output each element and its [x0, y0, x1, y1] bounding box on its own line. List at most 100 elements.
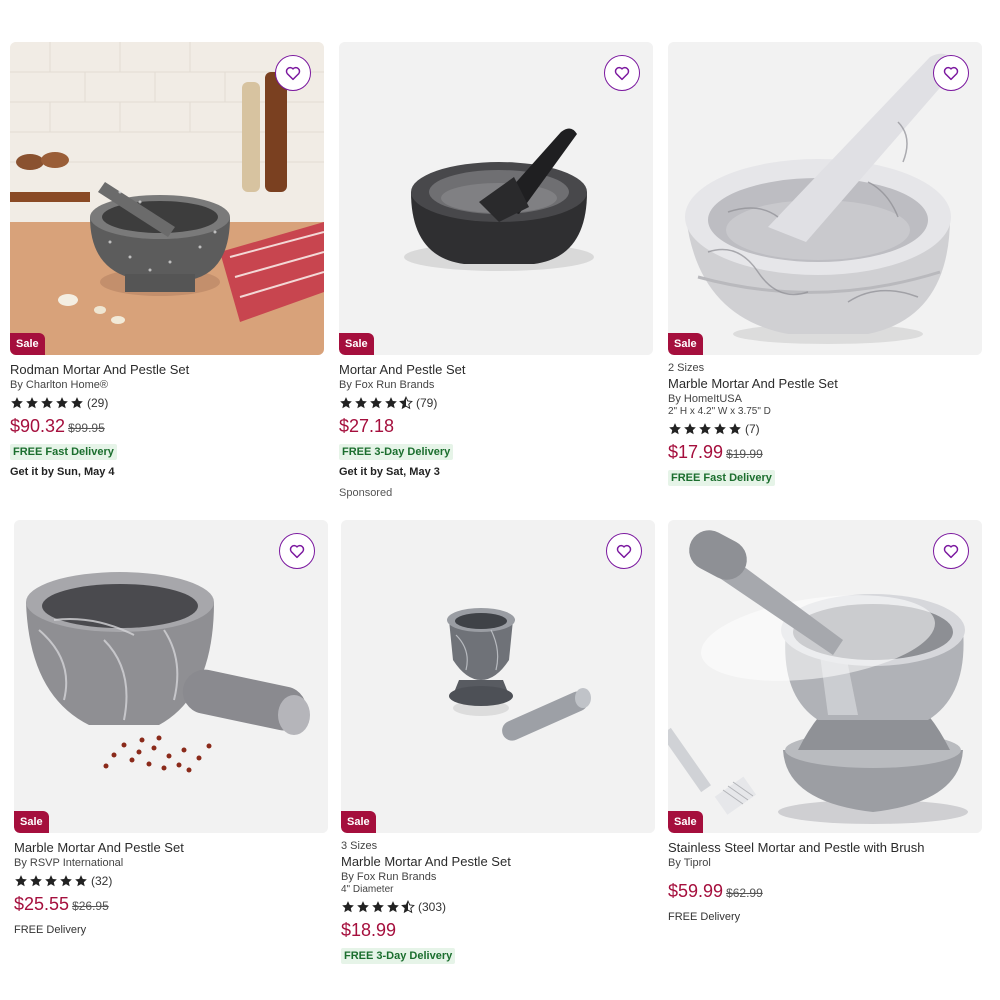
star-icon: [729, 423, 741, 435]
star-icon: [15, 875, 27, 887]
delivery-date: Get it by Sun, May 4: [10, 466, 115, 478]
star-rating: [341, 900, 415, 914]
favorite-button[interactable]: [606, 533, 642, 569]
product-brand[interactable]: By HomeItUSA: [668, 393, 982, 405]
star-icon: [340, 397, 352, 409]
heart-outline-icon: [616, 544, 632, 559]
star-icon: [387, 901, 399, 913]
star-half-icon: [401, 900, 415, 914]
star-icon: [11, 397, 23, 409]
product-photo-granite-mortar: [10, 42, 324, 355]
delivery-date: Get it by Sat, May 3: [339, 466, 440, 478]
product-dimensions: 4" Diameter: [341, 884, 394, 895]
original-price: $62.99: [726, 886, 763, 900]
product-card[interactable]: Sale 2 Sizes Marble Mortar And Pestle Se…: [668, 42, 982, 486]
product-photo-white-marble-mortar: [668, 42, 982, 355]
sale-badge: Sale: [10, 333, 45, 355]
product-image[interactable]: Sale: [341, 520, 655, 833]
star-rating: [668, 422, 742, 436]
product-title[interactable]: Mortar And Pestle Set: [339, 362, 653, 378]
review-count[interactable]: (7): [745, 422, 760, 436]
product-card[interactable]: Sale Mortar And Pestle Set By Fox Run Br…: [339, 42, 653, 499]
product-title[interactable]: Stainless Steel Mortar and Pestle with B…: [668, 840, 982, 856]
review-count[interactable]: (79): [416, 396, 437, 410]
product-card[interactable]: Sale 3 Sizes Marble Mortar And Pestle Se…: [341, 520, 655, 964]
rating: (7): [668, 421, 982, 437]
sale-badge: Sale: [339, 333, 374, 355]
product-photo-grey-marble-mortar: [14, 520, 328, 833]
product-title[interactable]: Marble Mortar And Pestle Set: [341, 854, 655, 870]
product-image[interactable]: Sale: [339, 42, 653, 355]
review-count[interactable]: (32): [91, 874, 112, 888]
product-photo-steel-mortar: [668, 520, 982, 833]
star-icon: [45, 875, 57, 887]
review-count[interactable]: (303): [418, 900, 446, 914]
star-icon: [56, 397, 68, 409]
star-icon: [60, 875, 72, 887]
delivery-badge: FREE 3-Day Delivery: [341, 948, 456, 964]
original-price: $19.99: [726, 447, 763, 461]
sale-price: $27.18: [339, 416, 395, 436]
product-image[interactable]: Sale: [668, 42, 982, 355]
favorite-button[interactable]: [275, 55, 311, 91]
star-icon: [30, 875, 42, 887]
product-dimensions: 2" H x 4.2" W x 3.75" D: [668, 406, 771, 417]
star-rating: [14, 874, 88, 888]
sponsored-label: Sponsored: [339, 487, 393, 499]
star-half-icon: [399, 396, 413, 410]
rating: (29): [10, 395, 324, 411]
star-icon: [669, 423, 681, 435]
star-icon: [357, 901, 369, 913]
product-title[interactable]: Marble Mortar And Pestle Set: [668, 376, 982, 392]
star-rating: [10, 396, 84, 410]
product-title[interactable]: Marble Mortar And Pestle Set: [14, 840, 328, 856]
product-image[interactable]: Sale: [668, 520, 982, 833]
delivery-badge: FREE Fast Delivery: [10, 444, 117, 460]
product-image[interactable]: Sale: [10, 42, 324, 355]
sale-badge: Sale: [668, 811, 703, 833]
product-brand[interactable]: By Charlton Home®: [10, 379, 324, 391]
original-price: $26.95: [72, 899, 109, 913]
product-brand[interactable]: By RSVP International: [14, 857, 328, 869]
heart-outline-icon: [289, 544, 305, 559]
favorite-button[interactable]: [933, 533, 969, 569]
rating: (303): [341, 899, 655, 915]
product-title[interactable]: Rodman Mortar And Pestle Set: [10, 362, 324, 378]
star-icon: [714, 423, 726, 435]
star-icon: [370, 397, 382, 409]
delivery-text: FREE Delivery: [668, 911, 741, 923]
favorite-button[interactable]: [933, 55, 969, 91]
review-count[interactable]: (29): [87, 396, 108, 410]
sale-badge: Sale: [14, 811, 49, 833]
heart-outline-icon: [285, 66, 301, 81]
star-icon: [684, 423, 696, 435]
star-icon: [41, 397, 53, 409]
star-icon: [699, 423, 711, 435]
sale-price: $18.99: [341, 920, 397, 940]
sale-badge: Sale: [341, 811, 376, 833]
sale-price: $17.99: [668, 442, 724, 462]
product-photo-black-mortar: [339, 42, 653, 355]
delivery-text: FREE Delivery: [14, 924, 87, 936]
sale-price: $59.99: [668, 881, 724, 901]
product-card[interactable]: Sale Marble Mortar And Pestle Set By RSV…: [14, 520, 328, 938]
heart-outline-icon: [943, 66, 959, 81]
star-icon: [71, 397, 83, 409]
size-options: 2 Sizes: [668, 362, 705, 374]
star-icon: [355, 397, 367, 409]
size-options: 3 Sizes: [341, 840, 378, 852]
product-brand[interactable]: By Tiprol: [668, 857, 982, 869]
favorite-button[interactable]: [604, 55, 640, 91]
product-card[interactable]: Sale Rodman Mortar And Pestle Set By Cha…: [10, 42, 324, 478]
star-icon: [26, 397, 38, 409]
product-brand[interactable]: By Fox Run Brands: [339, 379, 653, 391]
product-image[interactable]: Sale: [14, 520, 328, 833]
delivery-badge: FREE 3-Day Delivery: [339, 444, 454, 460]
star-icon: [372, 901, 384, 913]
sale-price: $90.32: [10, 416, 66, 436]
product-brand[interactable]: By Fox Run Brands: [341, 871, 655, 883]
star-rating: [339, 396, 413, 410]
favorite-button[interactable]: [279, 533, 315, 569]
product-card[interactable]: Sale Stainless Steel Mortar and Pestle w…: [668, 520, 982, 925]
rating: (32): [14, 873, 328, 889]
